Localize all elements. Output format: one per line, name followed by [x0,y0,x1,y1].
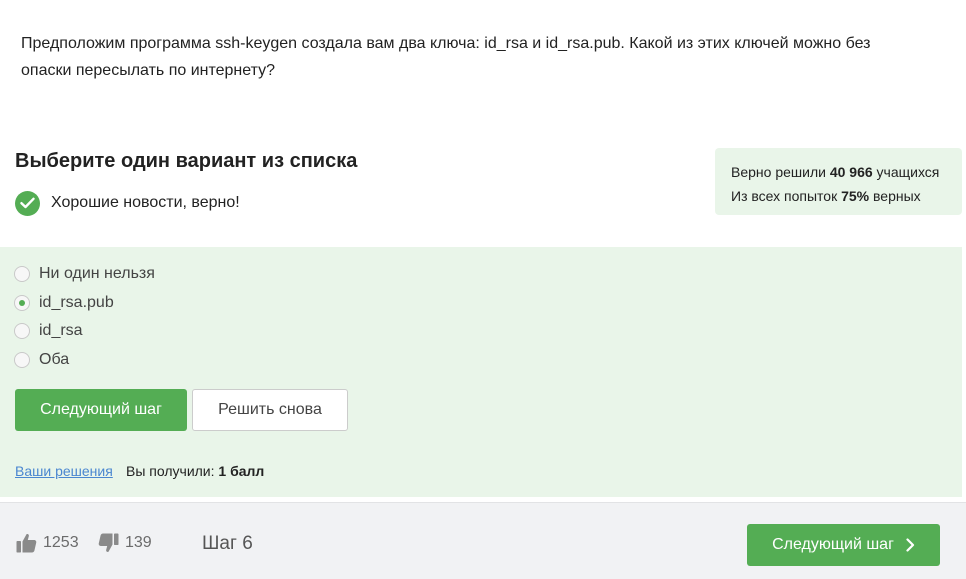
score-prefix: Вы получили: [126,463,215,479]
option-label: id_rsa.pub [39,294,114,311]
option-both[interactable]: Оба [14,350,69,370]
footer-next-label: Следующий шаг [772,536,894,553]
step-label: Шаг 6 [202,533,253,554]
score-value: 1 балл [218,463,265,479]
stats-solved-prefix: Верно решили [731,164,826,180]
score-text: Вы получили: 1 балл [126,463,264,479]
stats-attempts-percent: 75% [841,188,870,204]
option-label: id_rsa [39,322,83,339]
radio-button[interactable] [14,266,30,282]
like-button[interactable]: 1253 [16,533,79,553]
feedback-message: Хорошие новости, верно! [51,194,240,211]
thumbs-up-icon [16,534,37,553]
stats-solved-count: 40 966 [829,164,873,180]
thumbs-down-icon [98,533,119,552]
next-step-button[interactable]: Следующий шаг [15,389,187,431]
stats-solved: Верно решили 40 966 учащихся [731,160,962,184]
radio-button[interactable] [14,352,30,368]
your-solutions-link[interactable]: Ваши решения [15,463,113,479]
radio-button[interactable] [14,323,30,339]
stats-box: Верно решили 40 966 учащихся Из всех поп… [715,148,962,215]
footer-bar: 1253 139 Шаг 6 Следующий шаг [0,502,966,579]
option-label: Ни один нельзя [39,265,155,282]
stats-attempts: Из всех попыток 75% верных [731,184,962,208]
like-count: 1253 [43,534,79,551]
stats-attempts-prefix: Из всех попыток [731,188,838,204]
check-circle-icon [15,190,40,216]
feedback-correct: Хорошие новости, верно! [15,190,240,216]
answer-panel: Ни один нельзя id_rsa.pub id_rsa Оба Сле… [0,247,962,497]
question-text: Предположим программа ssh-keygen создала… [21,35,871,79]
stats-attempts-suffix: верных [873,188,921,204]
chevron-right-icon [906,538,915,552]
option-label: Оба [39,351,70,368]
footer-next-step-button[interactable]: Следующий шаг [747,524,940,566]
radio-button-selected[interactable] [14,295,30,311]
quiz-header: Выберите один вариант из списка [15,150,358,172]
option-id-rsa-pub[interactable]: id_rsa.pub [14,293,114,313]
option-none[interactable]: Ни один нельзя [14,264,155,284]
dislike-count: 139 [125,534,152,551]
stats-solved-suffix: учащихся [876,164,940,180]
option-id-rsa[interactable]: id_rsa [14,321,83,341]
retry-button[interactable]: Решить снова [192,389,348,431]
dislike-button[interactable]: 139 [98,533,152,553]
